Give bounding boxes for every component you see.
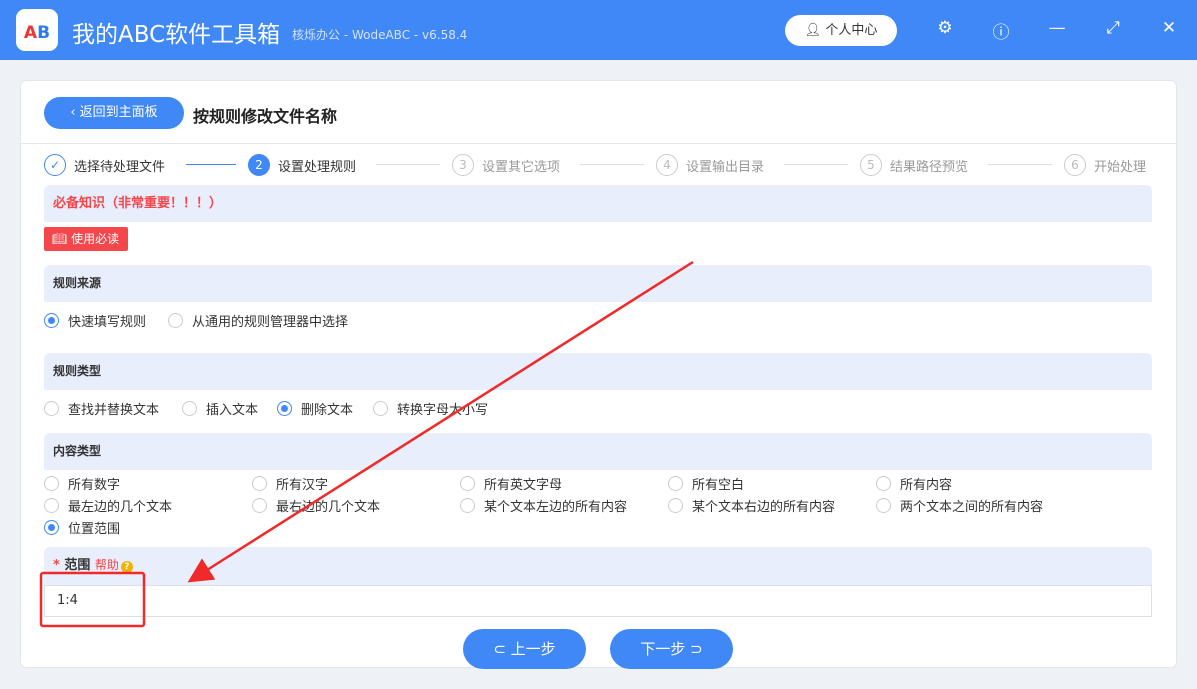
annotation-arrow — [187, 260, 694, 583]
annotation-highlight-box — [39, 571, 146, 628]
annotation-overlay — [39, 260, 694, 628]
